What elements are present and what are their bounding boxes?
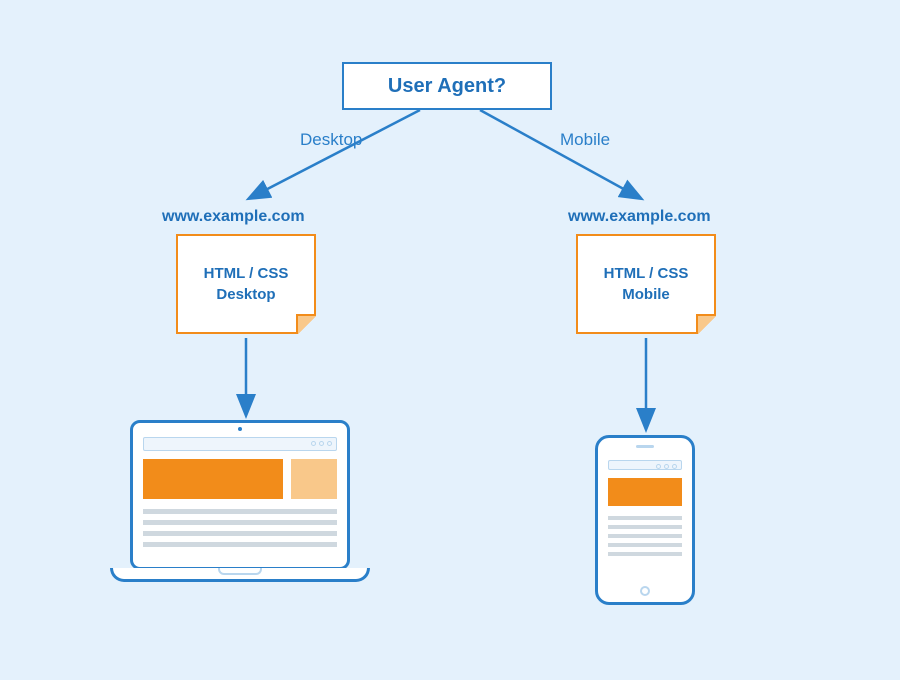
note-line: HTML / CSS	[604, 263, 689, 284]
note-line: HTML / CSS	[204, 263, 289, 284]
decision-label: User Agent?	[388, 75, 506, 98]
laptop-icon	[110, 420, 370, 582]
window-controls-icon	[311, 441, 332, 446]
url-label-mobile: www.example.com	[568, 208, 711, 226]
laptop-screen	[130, 420, 350, 570]
hero-aside	[291, 459, 338, 499]
decision-box-user-agent: User Agent?	[342, 62, 552, 110]
hero-block	[143, 459, 283, 499]
phone-speaker-icon	[636, 445, 654, 448]
note-mobile: HTML / CSS Mobile	[576, 234, 716, 334]
browser-bar	[608, 460, 682, 470]
phone-icon	[595, 435, 695, 605]
branch-label-mobile: Mobile	[560, 130, 610, 150]
browser-bar	[143, 437, 337, 451]
url-label-desktop: www.example.com	[162, 208, 305, 226]
note-line: Desktop	[216, 284, 275, 305]
laptop-base	[110, 568, 370, 582]
note-line: Mobile	[622, 284, 670, 305]
branch-label-desktop: Desktop	[300, 130, 362, 150]
phone-home-icon	[640, 586, 650, 596]
laptop-camera-icon	[238, 427, 242, 431]
text-lines	[143, 509, 337, 547]
hero-block	[608, 478, 682, 506]
text-lines	[608, 516, 682, 556]
window-controls-icon	[656, 464, 677, 469]
note-desktop: HTML / CSS Desktop	[176, 234, 316, 334]
page-hero	[143, 459, 337, 499]
